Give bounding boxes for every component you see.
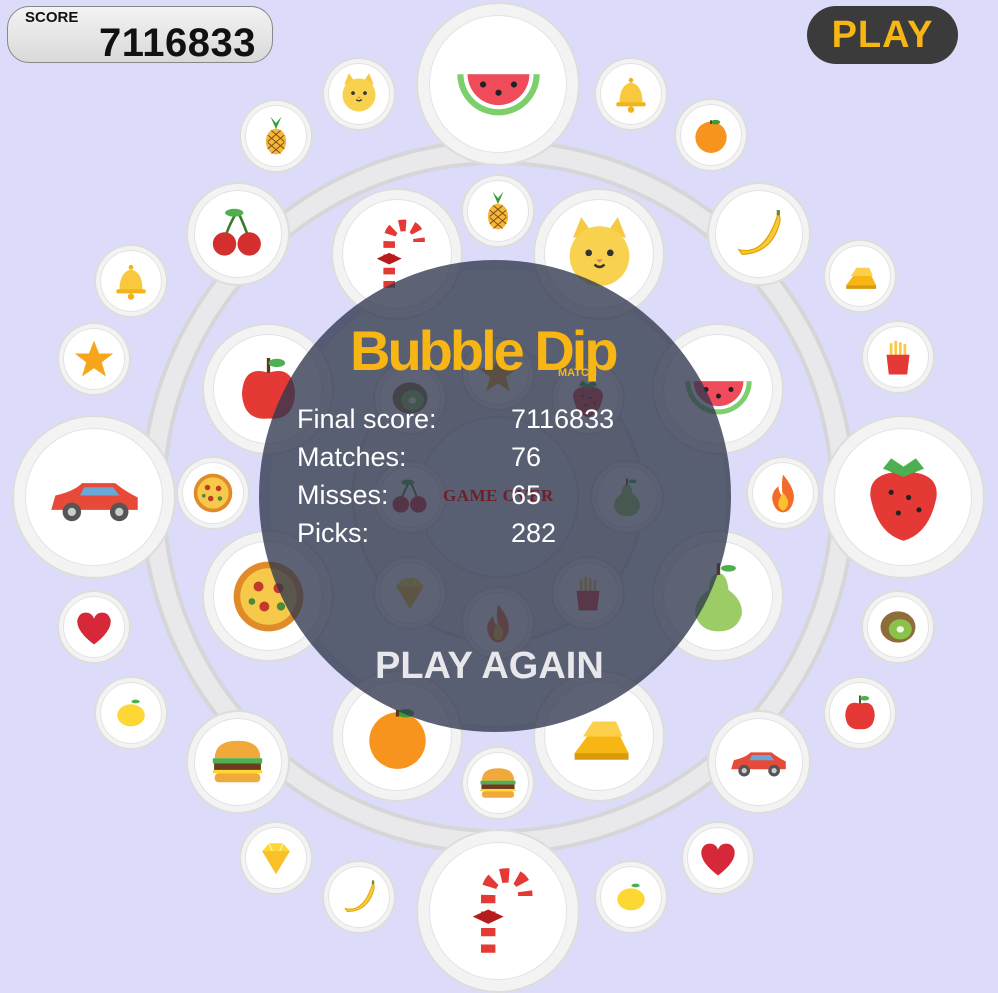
- play-again-button[interactable]: PLAY AGAIN: [375, 645, 604, 688]
- car-icon: [726, 729, 791, 794]
- bubble-car[interactable]: [707, 710, 811, 814]
- orange-icon: [688, 112, 734, 158]
- cat-icon: [336, 71, 382, 117]
- french-fries-icon: [875, 334, 921, 380]
- bell-icon: [108, 258, 154, 304]
- bubble-car[interactable]: [12, 415, 176, 579]
- heart-icon: [695, 835, 741, 881]
- apple-icon: [837, 690, 883, 736]
- fire-icon: [760, 470, 806, 516]
- bubble-orange[interactable]: [674, 98, 748, 172]
- bubble-heart[interactable]: [681, 821, 755, 895]
- bubble-cat[interactable]: [322, 57, 396, 131]
- bubble-star[interactable]: [57, 322, 131, 396]
- bubble-diamond[interactable]: [239, 821, 313, 895]
- bubble-burger[interactable]: [186, 710, 290, 814]
- stat-matches-label: Matches:: [297, 442, 407, 472]
- bubble-pineapple[interactable]: [461, 174, 535, 248]
- bubble-lemon[interactable]: [594, 860, 668, 934]
- bubble-cherries[interactable]: [186, 182, 290, 286]
- play-button[interactable]: PLAY: [807, 6, 958, 64]
- bubble-banana[interactable]: [322, 860, 396, 934]
- watermelon-icon: [447, 33, 550, 136]
- bubble-bell[interactable]: [94, 244, 168, 318]
- pineapple-icon: [253, 113, 299, 159]
- burger-icon: [475, 760, 521, 806]
- bubble-banana[interactable]: [707, 182, 811, 286]
- stat-misses-value: 65: [511, 480, 542, 510]
- banana-icon: [336, 874, 382, 920]
- cherries-icon: [205, 201, 270, 266]
- bubble-watermelon[interactable]: [416, 2, 580, 166]
- bubble-gold-bars[interactable]: [823, 239, 897, 313]
- bubble-candy-cane[interactable]: [416, 829, 580, 993]
- star-icon: [71, 336, 117, 382]
- burger-icon: [205, 729, 270, 794]
- banana-icon: [726, 201, 791, 266]
- stat-picks-label: Picks:: [297, 518, 370, 548]
- gold-bars-icon: [837, 253, 883, 299]
- bubble-french-fries[interactable]: [861, 320, 935, 394]
- bubble-strawberry[interactable]: [821, 415, 985, 579]
- car-icon: [43, 446, 146, 549]
- bubble-apple[interactable]: [823, 676, 897, 750]
- bubble-burger[interactable]: [461, 746, 535, 820]
- stat-picks-value: 282: [511, 518, 557, 548]
- bubble-heart[interactable]: [57, 590, 131, 664]
- pineapple-icon: [475, 188, 521, 234]
- stat-matches-value: 76: [511, 442, 542, 472]
- stat-final-score-value: 7116833: [511, 404, 615, 434]
- score-label: SCORE: [25, 9, 79, 26]
- stat-final-score-label: Final score:: [297, 404, 437, 434]
- pizza-icon: [190, 470, 236, 516]
- candy-cane-icon: [447, 860, 550, 963]
- strawberry-icon: [852, 446, 955, 549]
- bubble-bell[interactable]: [594, 57, 668, 131]
- kiwi-icon: [875, 604, 921, 650]
- stat-misses-label: Misses:: [297, 480, 389, 510]
- bubble-pizza[interactable]: [176, 456, 250, 530]
- heart-icon: [71, 604, 117, 650]
- bell-icon: [608, 71, 654, 117]
- lemon-icon: [608, 874, 654, 920]
- score-value: 7116833: [98, 21, 256, 65]
- bubble-lemon[interactable]: [94, 676, 168, 750]
- bubble-kiwi[interactable]: [861, 590, 935, 664]
- diamond-icon: [253, 835, 299, 881]
- game-logo-subtitle: MATCH: [558, 367, 597, 379]
- bubble-fire[interactable]: [746, 456, 820, 530]
- score-panel: SCORE 7116833: [7, 6, 273, 65]
- lemon-icon: [108, 690, 154, 736]
- game-stage: SCORE 7116833 PLAY GAME OVER Bubble Dip …: [0, 0, 998, 993]
- bubble-pineapple[interactable]: [239, 99, 313, 173]
